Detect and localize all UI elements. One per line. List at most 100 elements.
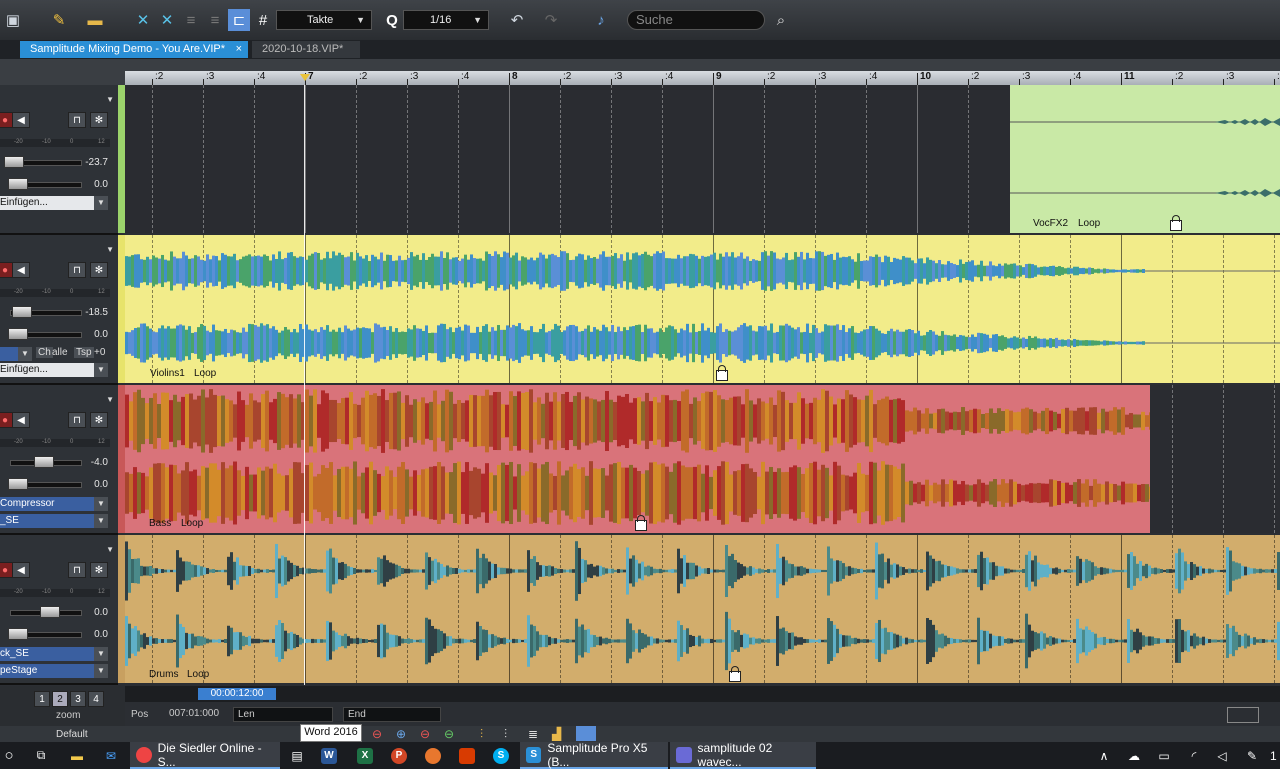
file-explorer-icon[interactable]: ▬ (68, 742, 86, 769)
search-input[interactable]: Suche (627, 10, 765, 30)
align-left-icon[interactable]: ≡ (180, 9, 202, 31)
editor-icon[interactable]: ⫶ (504, 727, 507, 742)
track-lane-vocfx2[interactable]: VocFX2 Loop (125, 85, 1280, 233)
track-lane-drums[interactable]: Drums Loop (125, 535, 1280, 683)
track-lane-violins1[interactable]: Violins1 Loop (125, 235, 1280, 383)
clip-vocfx2[interactable]: VocFX2 Loop (1010, 85, 1280, 233)
zoom-button-2[interactable]: 2 (52, 691, 68, 707)
excel-icon[interactable]: X (356, 742, 374, 769)
lock-icon[interactable] (635, 515, 647, 531)
preset-label[interactable]: Default (56, 729, 88, 740)
grid-icon[interactable]: # (252, 9, 274, 31)
crossfade-icon[interactable]: ✕ (132, 9, 154, 31)
tools-active-icon[interactable] (576, 726, 596, 741)
play-icon[interactable]: ⊕ (396, 727, 406, 741)
marker-icon[interactable]: ▬ (84, 9, 106, 31)
align-right-icon[interactable]: ≡ (204, 9, 226, 31)
tab-mixing-demo[interactable]: Samplitude Mixing Demo - You Are.VIP* × (20, 41, 248, 58)
grid-mode-select[interactable]: Takte ▼ (276, 10, 372, 30)
powerpoint-icon[interactable]: P (390, 742, 408, 769)
track-lane-bass[interactable]: Bass Loop (125, 385, 1280, 533)
search-icon[interactable]: ⌕ (770, 9, 792, 31)
insert-slot[interactable]: Compressor ▼ (0, 497, 108, 511)
clip-bass[interactable]: Bass Loop (125, 385, 1150, 533)
skype-icon[interactable]: S (492, 742, 510, 769)
firefox-icon[interactable] (424, 742, 442, 769)
snap-icon[interactable]: ⊏ (228, 9, 250, 31)
lock-icon[interactable]: ⊓ (68, 112, 86, 128)
redo-icon[interactable]: ↷ (540, 9, 562, 31)
insert-slot[interactable]: _SE ▼ (0, 514, 108, 528)
playhead-marker-icon[interactable] (300, 74, 310, 81)
channel-select[interactable]: ▼ (0, 347, 32, 361)
len-field[interactable]: Len (233, 707, 333, 722)
chevron-down-icon[interactable]: ▼ (106, 395, 114, 404)
transpose-label[interactable]: Tsp (74, 347, 94, 358)
wifi-icon[interactable]: ◜ (1186, 742, 1202, 769)
time-display[interactable]: 00:00:12:00 (198, 688, 276, 700)
pan-fader-knob[interactable] (8, 328, 28, 340)
mute-button[interactable]: ◀ (12, 112, 30, 128)
ruler-marker-bar[interactable] (125, 59, 1280, 71)
chevron-down-icon[interactable]: ▼ (106, 245, 114, 254)
pen-icon[interactable]: ✎ (1244, 742, 1260, 769)
loop-icon[interactable]: ⊖ (444, 727, 454, 741)
volume-fader-knob[interactable] (12, 306, 32, 318)
battery-icon[interactable]: ▭ (1156, 742, 1172, 769)
spectrum-icon[interactable]: ▟ (552, 727, 561, 741)
undo-icon[interactable]: ↶ (506, 9, 528, 31)
word-icon[interactable]: W (320, 742, 338, 769)
zoom-button-1[interactable]: 1 (34, 691, 50, 707)
insert-slot[interactable]: ck_SE ▼ (0, 647, 108, 661)
pos-field[interactable]: 007:01:000 (165, 707, 227, 722)
tools-icon[interactable]: ✎ (48, 9, 70, 31)
freeze-icon[interactable]: ✻ (90, 262, 108, 278)
office-icon[interactable] (458, 742, 476, 769)
volume-fader-knob[interactable] (40, 606, 60, 618)
freeze-icon[interactable]: ✻ (90, 112, 108, 128)
taskbar-item-samplitude[interactable]: S Samplitude Pro X5 (B... (520, 741, 668, 769)
chevron-down-icon[interactable]: ▼ (106, 545, 114, 554)
lock-icon[interactable]: ⊓ (68, 412, 86, 428)
pan-fader-knob[interactable] (8, 628, 28, 640)
mute-button[interactable]: ◀ (12, 562, 30, 578)
pan-fader-knob[interactable] (8, 478, 28, 490)
timeline-ruler[interactable]: :2:3:4 7:2:3:4 8:2:3:4 9:2:3:4 10:2:3:4 11:2:… (125, 71, 1280, 85)
record-icon[interactable]: ⊖ (372, 727, 382, 741)
volume-fader-knob[interactable] (4, 156, 24, 168)
lock-icon[interactable]: ⊓ (68, 262, 86, 278)
volume-fader-knob[interactable] (34, 456, 54, 468)
zoom-button-4[interactable]: 4 (88, 691, 104, 707)
stop-icon[interactable]: ⊖ (420, 727, 430, 741)
mail-icon[interactable]: ✉ (102, 742, 120, 769)
store-icon[interactable]: ▤ (288, 742, 306, 769)
lock-icon[interactable] (716, 365, 728, 381)
close-icon[interactable]: × (236, 41, 242, 58)
taskbar-item-siedler[interactable]: Die Siedler Online - S... (130, 741, 280, 769)
save-icon[interactable]: ▣ (2, 9, 24, 31)
crossfade-mode-icon[interactable]: ✕ (156, 9, 178, 31)
list-icon[interactable]: ≣ (528, 727, 538, 741)
metronome-icon[interactable]: ♪ (590, 9, 612, 31)
lock-icon[interactable] (1170, 215, 1182, 231)
volume-icon[interactable]: ◁ (1214, 742, 1230, 769)
mute-button[interactable]: ◀ (12, 412, 30, 428)
insert-slot[interactable]: Einfügen... ▼ (0, 363, 108, 377)
quantize-select[interactable]: 1/16 ▼ (403, 10, 489, 30)
chevron-up-icon[interactable]: ∧ (1098, 742, 1110, 769)
pan-fader-knob[interactable] (8, 178, 28, 190)
cloud-icon[interactable]: ☁ (1126, 742, 1142, 769)
freeze-icon[interactable]: ✻ (90, 562, 108, 578)
windows-start-icon[interactable]: ○ (0, 742, 18, 769)
lock-icon[interactable]: ⊓ (68, 562, 86, 578)
mute-button[interactable]: ◀ (12, 262, 30, 278)
taskbar-item-image[interactable]: samplitude 02 wavec... (670, 741, 816, 769)
fullscreen-icon[interactable] (1227, 707, 1259, 723)
channel-label[interactable]: Ch (36, 347, 53, 358)
zoom-button-3[interactable]: 3 (70, 691, 86, 707)
end-field[interactable]: End (343, 707, 441, 722)
tab-2020-10-18[interactable]: 2020-10-18.VIP* (252, 41, 360, 58)
chevron-down-icon[interactable]: ▼ (106, 95, 114, 104)
insert-slot[interactable]: peStage ▼ (0, 664, 108, 678)
time-scrollbar[interactable]: 00:00:12:00 (125, 686, 1280, 702)
